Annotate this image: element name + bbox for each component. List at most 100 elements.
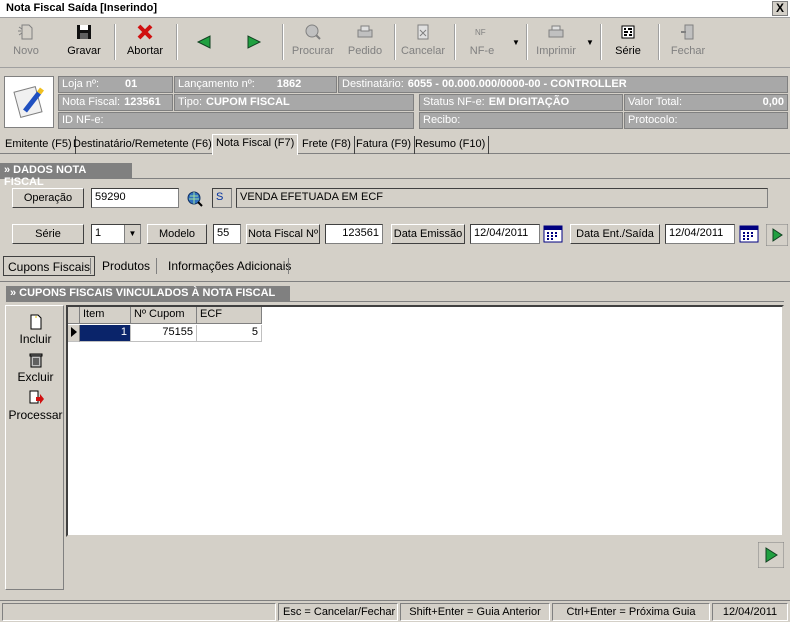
status-date: 12/04/2011 (712, 603, 788, 621)
pen-document-icon (13, 85, 44, 119)
section-divider (132, 178, 790, 179)
valor-total-cell: Valor Total: 0,00 (624, 94, 788, 111)
status-ctrl-hint: Ctrl+Enter = Próxima Guia (552, 603, 710, 621)
tab-fatura[interactable]: Fatura (F9) (353, 136, 416, 154)
loja-cell: Loja nº: 01 (58, 76, 173, 93)
toolbar-separator (114, 24, 116, 60)
table-cell-item[interactable]: 1 (80, 325, 131, 342)
serie-select[interactable]: 1 ▼ (91, 224, 141, 244)
calendar-icon[interactable] (739, 224, 759, 244)
new-button[interactable]: Novo (8, 22, 44, 66)
subtab-informacoes-adicionais[interactable]: Informações Adicionais (164, 256, 295, 276)
row-indicator-header (68, 307, 80, 324)
table-cell-ecf[interactable]: 5 (197, 325, 262, 342)
toolbar: Novo Gravar Abortar Procurar Pedido Canc… (0, 18, 790, 68)
previous-arrow-icon (196, 35, 211, 49)
nota-header-panel: Loja nº: 01 Lançamento nº: 1862 Destinatár… (0, 72, 790, 134)
globe-search-icon[interactable] (186, 190, 204, 208)
nfe-button[interactable]: NF NF-e (464, 22, 500, 66)
operacao-input[interactable]: 59290 (91, 188, 179, 208)
svg-text:NF: NF (475, 28, 486, 37)
chevron-down-icon[interactable]: ▼ (124, 225, 140, 243)
subtab-produtos[interactable]: Produtos (98, 256, 154, 276)
order-button[interactable]: Pedido (344, 22, 386, 66)
status-bar: Esc = Cancelar/Fechar Shift+Enter = Guia… (0, 600, 790, 622)
subtab-separator (90, 258, 91, 274)
operacao-flag: S (212, 188, 232, 208)
tab-frete[interactable]: Frete (F8) (299, 136, 355, 154)
toolbar-separator (526, 24, 528, 60)
processar-button[interactable]: Processar (6, 390, 65, 422)
printer-icon (548, 25, 564, 38)
tab-resumo[interactable]: Resumo (F10) (412, 136, 490, 154)
table-cell-cupom[interactable]: 75155 (131, 325, 197, 342)
close-door-icon (681, 24, 694, 40)
status-shift-hint: Shift+Enter = Guia Anterior (400, 603, 550, 621)
toolbar-separator (282, 24, 284, 60)
next-arrow-icon[interactable] (758, 542, 784, 568)
serie-button[interactable]: Série (12, 224, 84, 244)
cupons-grid[interactable]: Item Nº Cupom ECF 1 75155 5 (66, 305, 784, 537)
column-header-cupom[interactable]: Nº Cupom (131, 307, 197, 324)
recibo-cell: Recibo: (419, 112, 623, 129)
data-ent-saida-label: Data Ent./Saída (570, 224, 660, 244)
tab-destinatario[interactable]: Destinatário/Remetente (F6) (70, 136, 216, 154)
toolbar-separator (454, 24, 456, 60)
modelo-button[interactable]: Modelo (147, 224, 207, 244)
window-title-bar: Nota Fiscal Saída [Inserindo] X (0, 0, 790, 18)
toolbar-separator (600, 24, 602, 60)
dados-section-header: » DADOS NOTA FISCAL (0, 163, 132, 188)
search-icon (305, 24, 321, 40)
protocolo-cell: Protocolo: (624, 112, 788, 129)
subtab-divider (0, 281, 790, 282)
nfe-icon: NF (475, 28, 486, 37)
destinatario-cell: Destinatário: 6055 - 00.000.000/0000-00 -… (338, 76, 788, 93)
close-window-button[interactable]: X (772, 1, 788, 16)
next-button[interactable] (242, 22, 266, 66)
subtab-cupons-fiscais[interactable]: Cupons Fiscais (3, 256, 96, 276)
tipo-cell: Tipo: CUPOM FISCAL (174, 94, 414, 111)
tab-nota-fiscal[interactable]: Nota Fiscal (F7) (212, 134, 299, 155)
print-button[interactable]: Imprimir (534, 22, 578, 66)
operacao-button[interactable]: Operação (12, 188, 84, 208)
row-pointer-icon (68, 325, 80, 342)
print-dropdown-arrow-icon[interactable]: ▼ (586, 38, 594, 47)
column-header-ecf[interactable]: ECF (197, 307, 262, 324)
nota-fiscal-numero-input[interactable]: 123561 (325, 224, 383, 244)
data-ent-saida-input[interactable]: 12/04/2011 (665, 224, 735, 244)
trash-icon (29, 353, 42, 368)
order-icon (357, 25, 373, 38)
previous-button[interactable] (192, 22, 216, 66)
series-icon (621, 25, 635, 39)
series-button[interactable]: Série (612, 22, 644, 66)
cancel-button[interactable]: Cancelar (400, 22, 446, 66)
close-button[interactable]: Fechar (668, 22, 708, 66)
next-arrow-icon (247, 35, 262, 49)
toolbar-separator (658, 24, 660, 60)
column-header-item[interactable]: Item (80, 307, 131, 324)
subtab-separator (156, 258, 157, 274)
abort-x-icon (137, 24, 153, 40)
tab-emitente[interactable]: Emitente (F5) (2, 136, 76, 154)
nfe-dropdown-arrow-icon[interactable]: ▼ (512, 38, 520, 47)
excluir-button[interactable]: Excluir (6, 352, 65, 384)
incluir-button[interactable]: Incluir (6, 314, 65, 346)
modelo-input[interactable]: 55 (213, 224, 241, 244)
nota-fiscal-numero-label: Nota Fiscal Nº (246, 224, 320, 244)
save-button[interactable]: Gravar (64, 22, 104, 66)
section-divider (290, 301, 784, 302)
subtab-separator (288, 258, 289, 274)
toolbar-separator (176, 24, 178, 60)
data-emissao-input[interactable]: 12/04/2011 (470, 224, 540, 244)
operacao-description: VENDA EFETUADA EM ECF (236, 188, 768, 208)
abort-button[interactable]: Abortar (122, 22, 168, 66)
next-arrow-icon[interactable] (766, 224, 788, 246)
nota-logo (4, 76, 54, 128)
calendar-icon[interactable] (543, 224, 563, 244)
search-button[interactable]: Procurar (290, 22, 336, 66)
toolbar-separator (394, 24, 396, 60)
sub-tabs: Cupons Fiscais Produtos Informações Adic… (0, 252, 790, 278)
status-nfe-cell: Status NF-e: EM DIGITAÇÃO (419, 94, 623, 111)
save-disk-icon (77, 25, 91, 39)
new-doc-icon (30, 314, 41, 330)
